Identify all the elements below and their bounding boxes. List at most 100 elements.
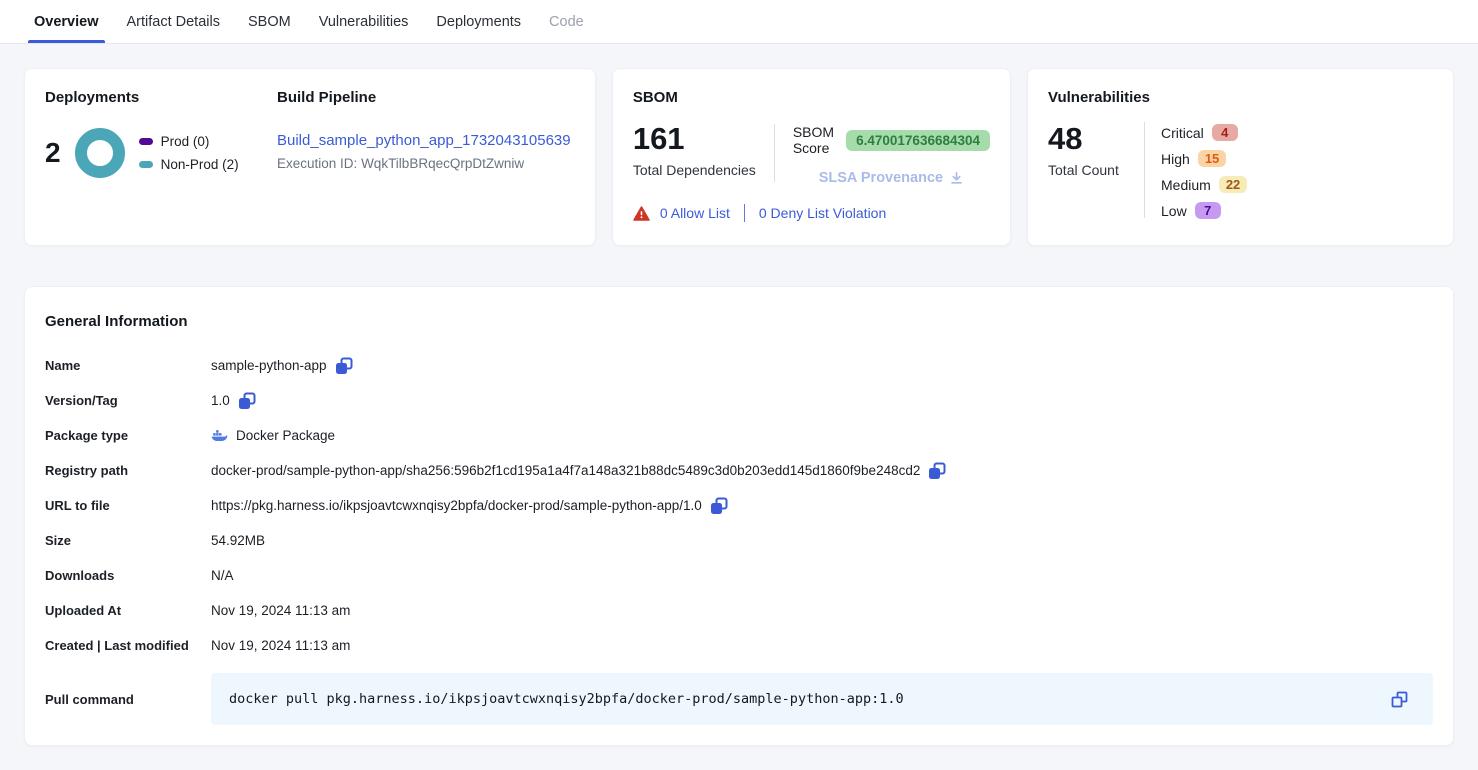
row-size: Size 54.92MB xyxy=(45,523,1433,558)
severity-count-high: 15 xyxy=(1198,150,1226,167)
prod-legend-label: Prod (0) xyxy=(161,134,210,149)
deployments-donut-chart xyxy=(75,128,125,178)
downloads-value: N/A xyxy=(211,568,234,583)
sbom-title: SBOM xyxy=(633,89,990,106)
copy-registry-path-button[interactable] xyxy=(928,462,946,480)
docker-icon xyxy=(211,429,228,443)
version-tag-label: Version/Tag xyxy=(45,393,211,408)
severity-count-critical: 4 xyxy=(1212,124,1238,141)
tab-sbom[interactable]: SBOM xyxy=(246,0,293,43)
vulnerabilities-card: Vulnerabilities 48 Total Count Critical … xyxy=(1027,68,1454,246)
row-uploaded-at: Uploaded At Nov 19, 2024 11:13 am xyxy=(45,593,1433,628)
row-name: Name sample-python-app xyxy=(45,348,1433,383)
row-package-type: Package type Docker Package xyxy=(45,418,1433,453)
name-label: Name xyxy=(45,358,211,373)
row-registry-path: Registry path docker-prod/sample-python-… xyxy=(45,453,1433,488)
tab-deployments[interactable]: Deployments xyxy=(434,0,523,43)
vulnerabilities-total-section: 48 Total Count xyxy=(1048,122,1144,221)
build-pipeline-link[interactable]: Build_sample_python_app_1732043105639 xyxy=(277,132,571,149)
row-downloads: Downloads N/A xyxy=(45,558,1433,593)
sbom-score-badge: 6.470017636684304 xyxy=(846,130,990,151)
severity-row-low: Low 7 xyxy=(1161,200,1247,221)
uploaded-at-value: Nov 19, 2024 11:13 am xyxy=(211,603,350,618)
execution-id: Execution ID: WqkTilbBRqecQrpDtZwniw xyxy=(277,156,575,171)
row-version-tag: Version/Tag 1.0 xyxy=(45,383,1433,418)
copy-name-button[interactable] xyxy=(335,357,353,375)
name-value: sample-python-app xyxy=(211,358,327,373)
version-tag-value: 1.0 xyxy=(211,393,230,408)
severity-list: Critical 4 High 15 Medium 22 Low 7 xyxy=(1161,122,1247,221)
copy-pull-command-button[interactable] xyxy=(1390,690,1409,709)
severity-row-critical: Critical 4 xyxy=(1161,122,1247,143)
sbom-score-section: SBOM Score 6.470017636684304 SLSA Proven… xyxy=(793,122,990,186)
sbom-footer: 0 Allow List 0 Deny List Violation xyxy=(633,204,990,222)
execution-id-value: WqkTilbBRqecQrpDtZwniw xyxy=(361,156,524,171)
deny-list-link[interactable]: 0 Deny List Violation xyxy=(759,205,886,221)
pull-command-block: docker pull pkg.harness.io/ikpsjoavtcwxn… xyxy=(211,673,1433,725)
size-value: 54.92MB xyxy=(211,533,265,548)
nonprod-legend-label: Non-Prod (2) xyxy=(161,157,239,172)
deployments-total-count: 2 xyxy=(45,137,61,169)
allow-list-link[interactable]: 0 Allow List xyxy=(660,205,730,221)
page-content: Deployments 2 Prod (0) Non-Prod (2) xyxy=(0,44,1478,770)
legend-item-prod: Prod (0) xyxy=(139,134,239,149)
allow-deny-divider xyxy=(744,204,745,222)
build-pipeline-title: Build Pipeline xyxy=(277,89,575,106)
vulnerabilities-divider xyxy=(1144,122,1145,218)
deployments-title: Deployments xyxy=(45,89,277,106)
tab-artifact-details[interactable]: Artifact Details xyxy=(125,0,222,43)
sbom-card: SBOM 161 Total Dependencies SBOM Score 6… xyxy=(612,68,1011,246)
tab-vulnerabilities[interactable]: Vulnerabilities xyxy=(317,0,411,43)
download-icon xyxy=(949,171,964,186)
sbom-divider xyxy=(774,124,775,182)
severity-label-medium: Medium xyxy=(1161,177,1211,193)
general-information-title: General Information xyxy=(45,313,1433,330)
build-pipeline-section: Build Pipeline Build_sample_python_app_1… xyxy=(277,89,575,225)
execution-id-label: Execution ID: xyxy=(277,156,357,171)
vulnerabilities-total-label: Total Count xyxy=(1048,162,1144,178)
nonprod-legend-swatch xyxy=(139,161,153,168)
vulnerabilities-title: Vulnerabilities xyxy=(1048,89,1433,106)
package-type-label: Package type xyxy=(45,428,211,443)
downloads-label: Downloads xyxy=(45,568,211,583)
deployments-card: Deployments 2 Prod (0) Non-Prod (2) xyxy=(24,68,596,246)
prod-legend-swatch xyxy=(139,138,153,145)
size-label: Size xyxy=(45,533,211,548)
severity-row-high: High 15 xyxy=(1161,148,1247,169)
vulnerabilities-total-count: 48 xyxy=(1048,122,1144,156)
sbom-total-label: Total Dependencies xyxy=(633,162,756,178)
severity-count-medium: 22 xyxy=(1219,176,1247,193)
uploaded-at-label: Uploaded At xyxy=(45,603,211,618)
legend-item-nonprod: Non-Prod (2) xyxy=(139,157,239,172)
general-information-rows: Name sample-python-app Version/Tag 1.0 xyxy=(45,348,1433,725)
created-modified-label: Created | Last modified xyxy=(45,638,211,653)
severity-row-medium: Medium 22 xyxy=(1161,174,1247,195)
slsa-provenance-link[interactable]: SLSA Provenance xyxy=(793,170,990,186)
created-modified-value: Nov 19, 2024 11:13 am xyxy=(211,638,350,653)
copy-url-button[interactable] xyxy=(710,497,728,515)
tab-overview[interactable]: Overview xyxy=(32,0,101,43)
severity-label-low: Low xyxy=(1161,203,1187,219)
sbom-total-section: 161 Total Dependencies xyxy=(633,122,756,186)
general-information-card: General Information Name sample-python-a… xyxy=(24,286,1454,746)
row-url-to-file: URL to file https://pkg.harness.io/ikpsj… xyxy=(45,488,1433,523)
severity-label-critical: Critical xyxy=(1161,125,1204,141)
copy-version-button[interactable] xyxy=(238,392,256,410)
sbom-score-label: SBOM Score xyxy=(793,124,836,156)
tab-code[interactable]: Code xyxy=(547,0,586,43)
url-to-file-value: https://pkg.harness.io/ikpsjoavtcwxnqisy… xyxy=(211,498,702,513)
package-type-value: Docker Package xyxy=(236,428,335,443)
pull-command-label: Pull command xyxy=(45,692,211,707)
registry-path-label: Registry path xyxy=(45,463,211,478)
row-pull-command: Pull command docker pull pkg.harness.io/… xyxy=(45,673,1433,725)
slsa-provenance-label: SLSA Provenance xyxy=(819,170,943,186)
severity-count-low: 7 xyxy=(1195,202,1221,219)
pull-command-value: docker pull pkg.harness.io/ikpsjoavtcwxn… xyxy=(229,691,1390,707)
tab-bar: Overview Artifact Details SBOM Vulnerabi… xyxy=(0,0,1478,44)
deployments-legend: Prod (0) Non-Prod (2) xyxy=(139,134,239,172)
url-to-file-label: URL to file xyxy=(45,498,211,513)
sbom-total-count: 161 xyxy=(633,122,756,156)
deployments-section: Deployments 2 Prod (0) Non-Prod (2) xyxy=(45,89,277,225)
row-created-modified: Created | Last modified Nov 19, 2024 11:… xyxy=(45,628,1433,663)
summary-cards-row: Deployments 2 Prod (0) Non-Prod (2) xyxy=(24,68,1454,246)
